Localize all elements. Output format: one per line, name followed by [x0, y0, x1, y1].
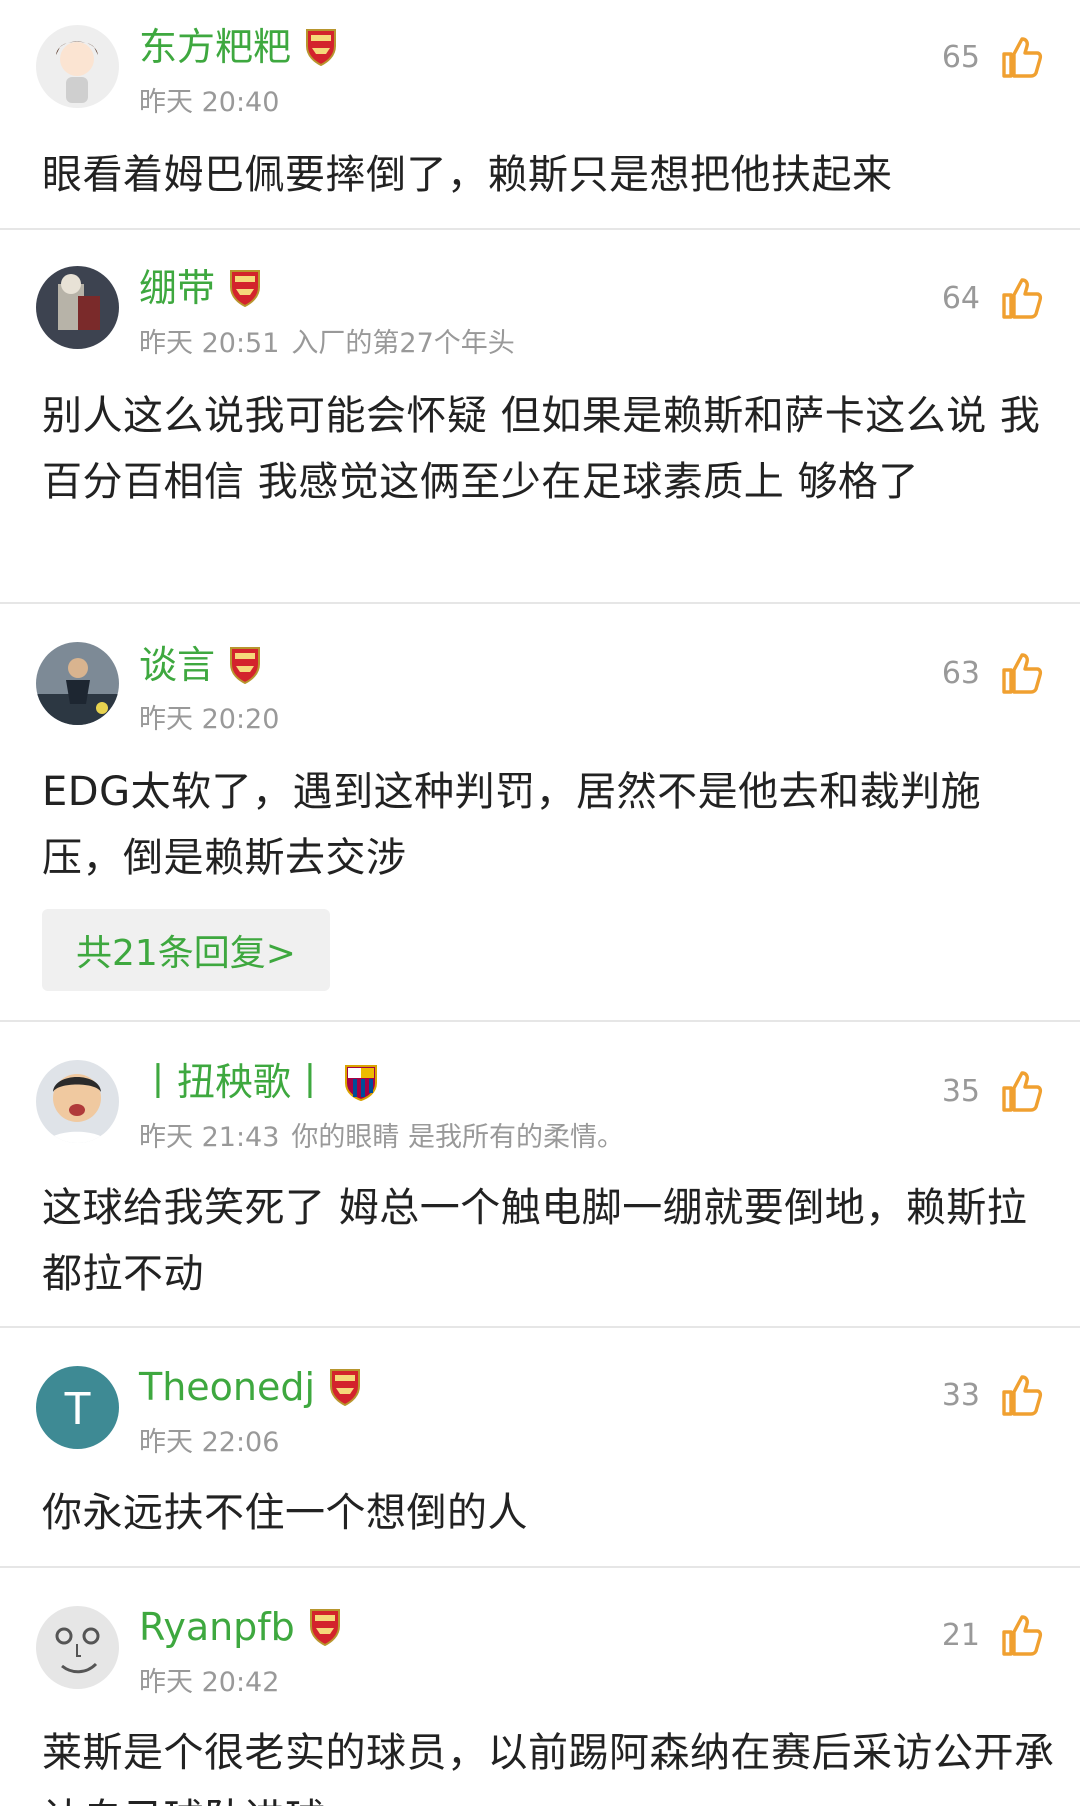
username[interactable]: Theonedj — [139, 1368, 315, 1406]
comment-text: 别人这么说我可能会怀疑 但如果是赖斯和萨卡这么说 我百分百相信 我感觉这俩至少在… — [42, 393, 1041, 505]
comment-item: Ryanpfb 昨天 20:42 21 莱斯是个很老实的球员，以前踢阿森纳在赛后… — [0, 1568, 1080, 1806]
like-count: 64 — [941, 280, 980, 316]
avatar[interactable] — [36, 1060, 119, 1143]
comment-text: EDG太软了，遇到这种判罚，居然不是他去和裁判施压，倒是赖斯去交涉 — [42, 769, 982, 881]
username[interactable]: 绷带 — [139, 269, 215, 307]
timestamp: 昨天 21:43 — [139, 1122, 280, 1153]
avatar[interactable]: T — [36, 1366, 119, 1449]
arsenal-badge-icon — [329, 1368, 361, 1406]
avatar[interactable] — [36, 1606, 119, 1689]
comment-item: 丨扭秧歌丨 昨天 21:43 你的眼睛 是我所有的柔情。 35 这球给我笑死了 姆… — [0, 1022, 1080, 1328]
username[interactable]: 东方粑粑 — [139, 28, 291, 66]
username[interactable]: 丨扭秧歌丨 — [139, 1063, 329, 1101]
like-count: 33 — [941, 1377, 980, 1413]
avatar[interactable] — [36, 642, 119, 725]
comment-text: 眼看着姆巴佩要摔倒了，赖斯只是想把他扶起来 — [42, 152, 893, 198]
timestamp: 昨天 22:06 — [139, 1427, 280, 1458]
thumbs-up-icon[interactable] — [998, 1612, 1044, 1658]
like-count: 65 — [941, 39, 980, 75]
thumbs-up-icon[interactable] — [998, 650, 1044, 696]
username[interactable]: Ryanpfb — [139, 1608, 295, 1646]
thumbs-up-icon[interactable] — [998, 34, 1044, 80]
timestamp: 昨天 20:20 — [139, 704, 280, 735]
user-signature: 入厂的第27个年头 — [291, 328, 515, 359]
user-signature: 你的眼睛 是我所有的柔情。 — [291, 1122, 624, 1153]
like-count: 21 — [941, 1617, 980, 1653]
timestamp: 昨天 20:42 — [139, 1667, 280, 1698]
arsenal-badge-icon — [229, 646, 261, 684]
like-count: 35 — [941, 1073, 980, 1109]
comment-item: T Theonedj 昨天 22:06 33 你永远扶不住一个想倒的人 — [0, 1328, 1080, 1568]
arsenal-badge-icon — [229, 269, 261, 307]
timestamp: 昨天 20:51 — [139, 328, 280, 359]
arsenal-badge-icon — [309, 1608, 341, 1646]
avatar-letter: T — [63, 1381, 92, 1434]
comment-text: 你永远扶不住一个想倒的人 — [42, 1490, 528, 1536]
like-count: 63 — [941, 655, 980, 691]
view-replies-button[interactable]: 共21条回复> — [42, 909, 330, 991]
thumbs-up-icon[interactable] — [998, 1068, 1044, 1114]
comment-text: 莱斯是个很老实的球员，以前踢阿森纳在赛后采访公开承认自己球队进球…… — [42, 1730, 1055, 1806]
avatar[interactable] — [36, 266, 119, 349]
thumbs-up-icon[interactable] — [998, 1372, 1044, 1418]
timestamp: 昨天 20:40 — [139, 87, 280, 118]
comment-item: 谈言 昨天 20:20 63 EDG太软了，遇到这种判罚，居然不是他去和裁判施压… — [0, 604, 1080, 1022]
thumbs-up-icon[interactable] — [998, 275, 1044, 321]
arsenal-badge-icon — [305, 28, 337, 66]
comment-text: 这球给我笑死了 姆总一个触电脚一绷就要倒地，赖斯拉都拉不动 — [42, 1185, 1028, 1297]
barcelona-badge-icon — [343, 1063, 379, 1101]
comment-item: 东方粑粑 昨天 20:40 65 眼看着姆巴佩要摔倒了，赖斯只是想把他扶起来 — [0, 0, 1080, 230]
comment-list: 东方粑粑 昨天 20:40 65 眼看着姆巴佩要摔倒了，赖斯只是想把他扶起来 绷… — [0, 0, 1080, 1806]
username[interactable]: 谈言 — [139, 646, 215, 684]
comment-item: 绷带 昨天 20:51 入厂的第27个年头 64 别人这么说我可能会怀疑 但如果是… — [0, 230, 1080, 604]
avatar[interactable] — [36, 25, 119, 108]
